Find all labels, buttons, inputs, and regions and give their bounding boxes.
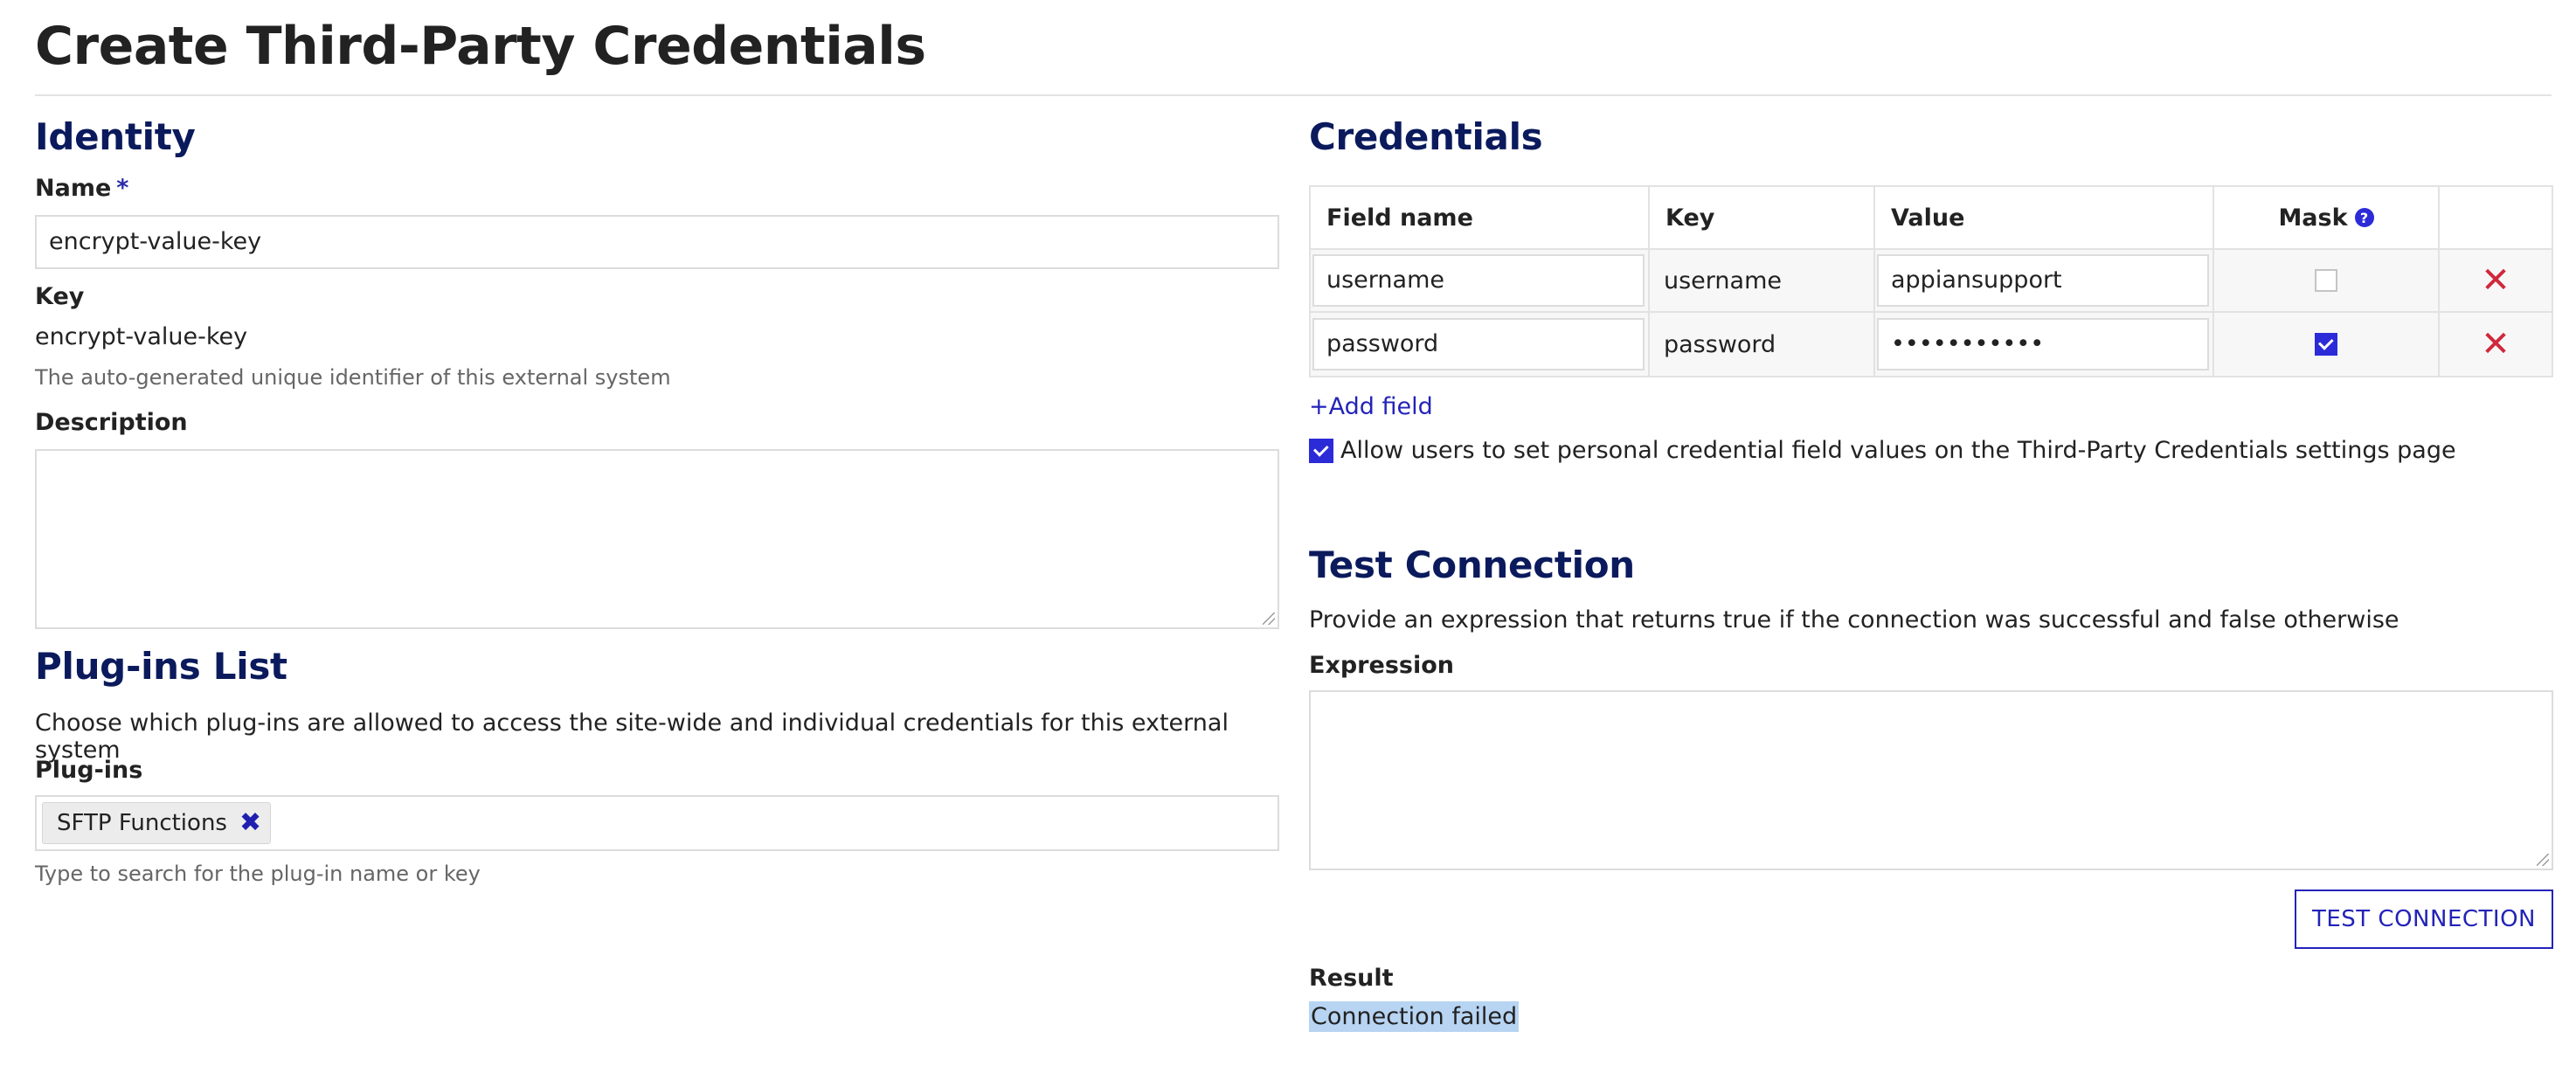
result-value: Connection failed	[1309, 1001, 1520, 1032]
name-label: Name *	[35, 175, 129, 202]
expression-textarea[interactable]	[1309, 690, 2553, 870]
allow-personal-checkbox[interactable]	[1309, 438, 1333, 463]
field-name-input[interactable]: username	[1312, 254, 1645, 307]
allow-personal-label: Allow users to set personal credential f…	[1340, 437, 2456, 464]
mask-checkbox[interactable]	[2315, 333, 2337, 356]
plugin-pill-label: SFTP Functions	[57, 810, 227, 836]
value-input[interactable]: appiansupport	[1877, 254, 2209, 307]
credentials-table: Field name Key Value Mask ? username use…	[1309, 185, 2553, 377]
table-header-row: Field name Key Value Mask ?	[1311, 187, 2552, 250]
credentials-heading: Credentials	[1309, 115, 1543, 158]
resize-grip-icon[interactable]	[1263, 613, 1275, 625]
key-value: encrypt-value-key	[35, 323, 248, 350]
close-icon[interactable]: ✖	[239, 810, 261, 836]
page-title: Create Third-Party Credentials	[35, 16, 926, 77]
required-mark: *	[116, 175, 129, 202]
plugins-help-text: Type to search for the plug-in name or k…	[35, 862, 481, 886]
name-input[interactable]: encrypt-value-key	[35, 215, 1279, 269]
close-icon[interactable]: ✕	[2481, 327, 2510, 362]
key-cell: password	[1650, 313, 1875, 376]
table-row: username username appiansupport ✕	[1311, 250, 2552, 313]
column-header-value: Value	[1875, 187, 2214, 248]
allow-personal-option: Allow users to set personal credential f…	[1309, 437, 2456, 464]
column-header-mask: Mask ?	[2214, 187, 2440, 248]
plugins-heading: Plug-ins List	[35, 645, 287, 688]
table-row: password password ••••••••••• ✕	[1311, 313, 2552, 376]
column-header-actions	[2440, 187, 2552, 248]
column-header-key: Key	[1650, 187, 1875, 248]
mask-checkbox[interactable]	[2315, 269, 2337, 292]
add-field-link[interactable]: +Add field	[1309, 393, 1433, 420]
plugins-picker[interactable]: SFTP Functions ✖	[35, 795, 1279, 851]
test-connection-intro: Provide an expression that returns true …	[1309, 606, 2399, 633]
resize-grip-icon[interactable]	[2537, 854, 2549, 866]
value-input[interactable]: •••••••••••	[1877, 318, 2209, 370]
test-connection-heading: Test Connection	[1309, 543, 1635, 586]
plugins-intro: Choose which plug-ins are allowed to acc…	[35, 710, 1229, 764]
description-textarea[interactable]	[35, 449, 1279, 629]
title-divider	[35, 94, 2552, 96]
column-header-field-name: Field name	[1311, 187, 1650, 248]
expression-label: Expression	[1309, 652, 1454, 679]
close-icon[interactable]: ✕	[2481, 263, 2510, 298]
description-label: Description	[35, 409, 188, 436]
test-connection-button[interactable]: TEST CONNECTION	[2294, 889, 2553, 949]
plugins-label: Plug-ins	[35, 757, 143, 784]
plugin-pill: SFTP Functions ✖	[42, 802, 272, 844]
field-name-input[interactable]: password	[1312, 318, 1645, 370]
identity-heading: Identity	[35, 115, 196, 158]
key-cell: username	[1650, 250, 1875, 311]
key-help-text: The auto-generated unique identifier of …	[35, 365, 671, 390]
question-circle-icon[interactable]: ?	[2354, 208, 2374, 227]
result-label: Result	[1309, 965, 1394, 992]
key-label: Key	[35, 283, 85, 310]
